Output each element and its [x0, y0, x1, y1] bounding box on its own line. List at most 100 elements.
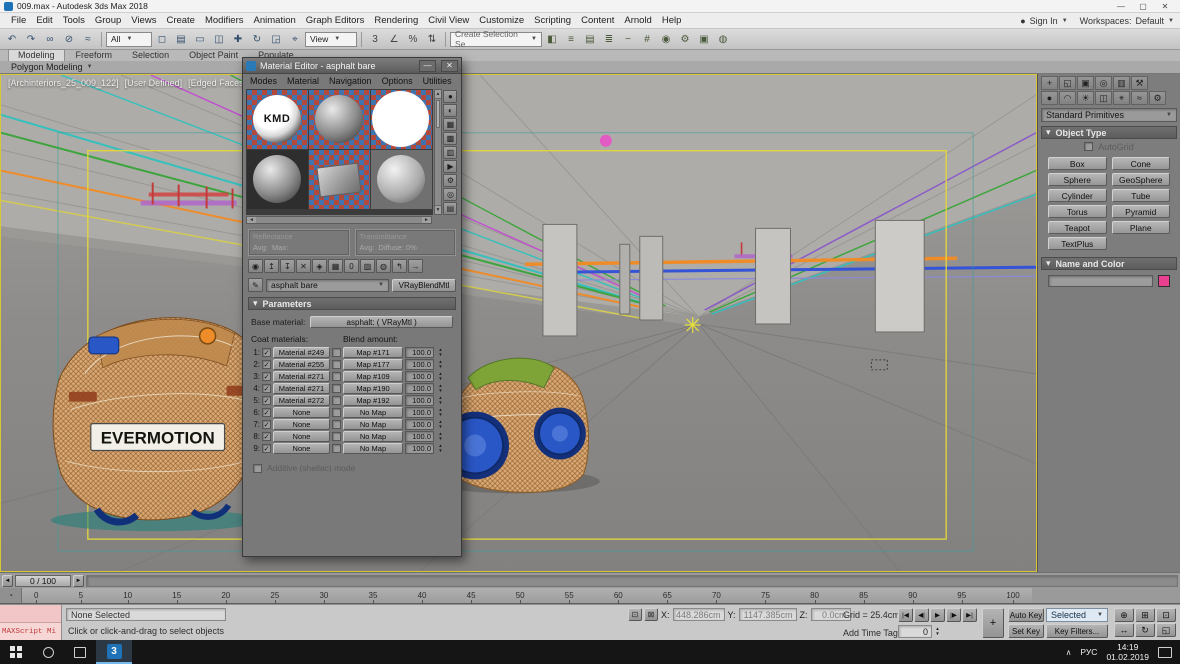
blend-amount-spinner[interactable]: ▲▼ [436, 431, 445, 442]
coat-material-button[interactable]: Material #255 [273, 359, 330, 370]
zoom-region-icon[interactable]: ⊡ [1156, 608, 1176, 622]
isolate-selection-icon[interactable]: ⊡ [628, 608, 642, 621]
trackbar-left-arrow[interactable]: ◄ [2, 575, 13, 587]
ribbon-tab[interactable]: Object Paint [180, 50, 247, 61]
blend-amount-spinner[interactable]: ▲▼ [436, 359, 445, 370]
material-sample-slot-1[interactable]: KMD [247, 90, 308, 149]
primitive-button[interactable]: Pyramid [1112, 205, 1171, 218]
coat-map-button[interactable]: No Map [343, 419, 403, 430]
modify-tab-icon[interactable]: ◱ [1059, 76, 1076, 90]
go-to-parent-icon[interactable]: ↰ [392, 259, 407, 273]
coat-material-button[interactable]: None [273, 407, 330, 418]
primitive-button[interactable]: GeoSphere [1112, 173, 1171, 186]
polygon-modeling-tab[interactable]: Polygon Modeling ▼ [5, 62, 99, 72]
menu-item[interactable]: Customize [474, 15, 529, 26]
make-preview-icon[interactable]: ▶ [443, 160, 457, 173]
coat-map-button[interactable]: Map #177 [343, 359, 403, 370]
coat-map-button[interactable]: No Map [343, 443, 403, 454]
menu-item[interactable]: Scripting [529, 15, 576, 26]
language-indicator[interactable]: РУС [1080, 647, 1097, 657]
pick-material-eyedropper-icon[interactable]: ✎ [248, 278, 263, 292]
menu-item[interactable]: Create [161, 15, 200, 26]
auto-key-button[interactable]: Auto Key [1008, 608, 1044, 622]
timeline-ruler[interactable]: ◔ 05101520253035404550556065707580859095… [0, 588, 1180, 604]
dialog-close-button[interactable]: ✕ [441, 60, 458, 72]
blend-amount-spinner[interactable]: ▲▼ [436, 371, 445, 382]
object-color-swatch[interactable] [1158, 275, 1170, 287]
selection-lock-icon[interactable]: ⊠ [644, 608, 658, 621]
taskbar-clock[interactable]: 14:19 01.02.2019 [1106, 642, 1149, 662]
scroll-up-icon[interactable]: ▲ [435, 90, 441, 99]
material-editor-menu-item[interactable]: Material [287, 76, 319, 86]
y-coordinate-field[interactable]: 1147.385cm [739, 608, 797, 621]
mini-curve-editor-button[interactable]: ◔ [0, 588, 22, 603]
snap-toggle-3d-icon[interactable]: 3 [366, 31, 384, 48]
unlink-selection-icon[interactable]: ⊘ [60, 31, 78, 48]
motion-tab-icon[interactable]: ◎ [1095, 76, 1112, 90]
select-and-rotate-icon[interactable]: ↻ [248, 31, 266, 48]
menu-item[interactable]: File [6, 15, 31, 26]
sample-type-icon[interactable]: ● [443, 90, 457, 103]
coat-enable-checkbox[interactable]: ✓ [262, 372, 271, 381]
blend-amount-field[interactable]: 100.0 [405, 383, 434, 394]
coat-map-button[interactable]: No Map [343, 407, 403, 418]
window-crossing-icon[interactable]: ◫ [210, 31, 228, 48]
blend-amount-field[interactable]: 100.0 [405, 371, 434, 382]
layer-manager-icon[interactable]: ≣ [600, 31, 618, 48]
coat-map-checkbox[interactable] [332, 360, 341, 369]
coat-material-button[interactable]: None [273, 443, 330, 454]
coat-map-checkbox[interactable] [332, 444, 341, 453]
add-time-tag[interactable]: Add Time Tag [843, 628, 898, 638]
helpers-subtab-icon[interactable]: ⌖ [1113, 91, 1130, 105]
render-setup-icon[interactable]: ⚙ [676, 31, 694, 48]
perspective-viewport[interactable]: EVERMOTION [Archinteriors_25_009_122] [U… [0, 74, 1037, 572]
coat-material-button[interactable]: Material #271 [273, 383, 330, 394]
sample-horizontal-scrollbar[interactable]: ◄ ► [246, 216, 432, 224]
put-to-library-icon[interactable]: ▦ [328, 259, 343, 273]
time-slider-handle[interactable]: 0 / 100 [15, 575, 71, 587]
primitive-button[interactable]: Tube [1112, 189, 1171, 202]
blend-amount-spinner[interactable]: ▲▼ [436, 419, 445, 430]
go-to-start-icon[interactable]: |◀ [898, 608, 913, 622]
scene-explorer-icon[interactable]: ▤ [581, 31, 599, 48]
reset-map-icon[interactable]: ✕ [296, 259, 311, 273]
material-type-button[interactable]: VRayBlendMtl [392, 279, 456, 292]
sample-vertical-scrollbar[interactable]: ▲ ▼ [434, 89, 442, 215]
blend-amount-field[interactable]: 100.0 [405, 419, 434, 430]
select-and-scale-icon[interactable]: ◲ [267, 31, 285, 48]
search-button[interactable] [32, 640, 64, 664]
zoom-icon[interactable]: ⊕ [1114, 608, 1134, 622]
blend-amount-spinner[interactable]: ▲▼ [436, 407, 445, 418]
coat-enable-checkbox[interactable]: ✓ [262, 432, 271, 441]
ribbon-tab[interactable]: Freeform [67, 50, 122, 61]
video-color-check-icon[interactable]: ▥ [443, 146, 457, 159]
curve-editor-icon[interactable]: ~ [619, 31, 637, 48]
menu-item[interactable]: Views [126, 15, 161, 26]
coat-enable-checkbox[interactable]: ✓ [262, 444, 271, 453]
coat-material-button[interactable]: None [273, 431, 330, 442]
coat-map-checkbox[interactable] [332, 384, 341, 393]
cameras-subtab-icon[interactable]: ◫ [1095, 91, 1112, 105]
go-to-end-icon[interactable]: ▶| [962, 608, 977, 622]
material-editor-menu-item[interactable]: Modes [250, 76, 277, 86]
primitive-category-dropdown[interactable]: Standard Primitives ▼ [1041, 108, 1177, 122]
select-and-link-icon[interactable]: ∞ [41, 31, 59, 48]
light-helper[interactable] [685, 317, 701, 333]
coat-enable-checkbox[interactable]: ✓ [262, 420, 271, 429]
blend-amount-field[interactable]: 100.0 [405, 395, 434, 406]
material-editor-menu-item[interactable]: Utilities [423, 76, 452, 86]
put-to-scene-icon[interactable]: ↥ [264, 259, 279, 273]
ribbon-tab-modeling[interactable]: Modeling [8, 49, 65, 61]
timeline-band[interactable]: 0510152025303540455055606570758085909510… [22, 588, 1032, 603]
workspaces-dropdown[interactable]: Workspaces: Default ▼ [1080, 16, 1174, 26]
select-by-material-icon[interactable]: ◎ [443, 188, 457, 201]
set-key-button[interactable]: Set Key [1008, 624, 1044, 638]
align-icon[interactable]: ≡ [562, 31, 580, 48]
next-frame-icon[interactable]: |▶ [946, 608, 961, 622]
bind-to-space-warp-icon[interactable]: ≈ [79, 31, 97, 48]
named-selection-sets-field[interactable]: Create Selection Se ▼ [450, 32, 542, 47]
hierarchy-tab-icon[interactable]: ▣ [1077, 76, 1094, 90]
time-slider-track[interactable] [86, 575, 1178, 587]
material-name-dropdown[interactable]: asphalt bare ▼ [266, 279, 389, 292]
redo-icon[interactable]: ↷ [22, 31, 40, 48]
